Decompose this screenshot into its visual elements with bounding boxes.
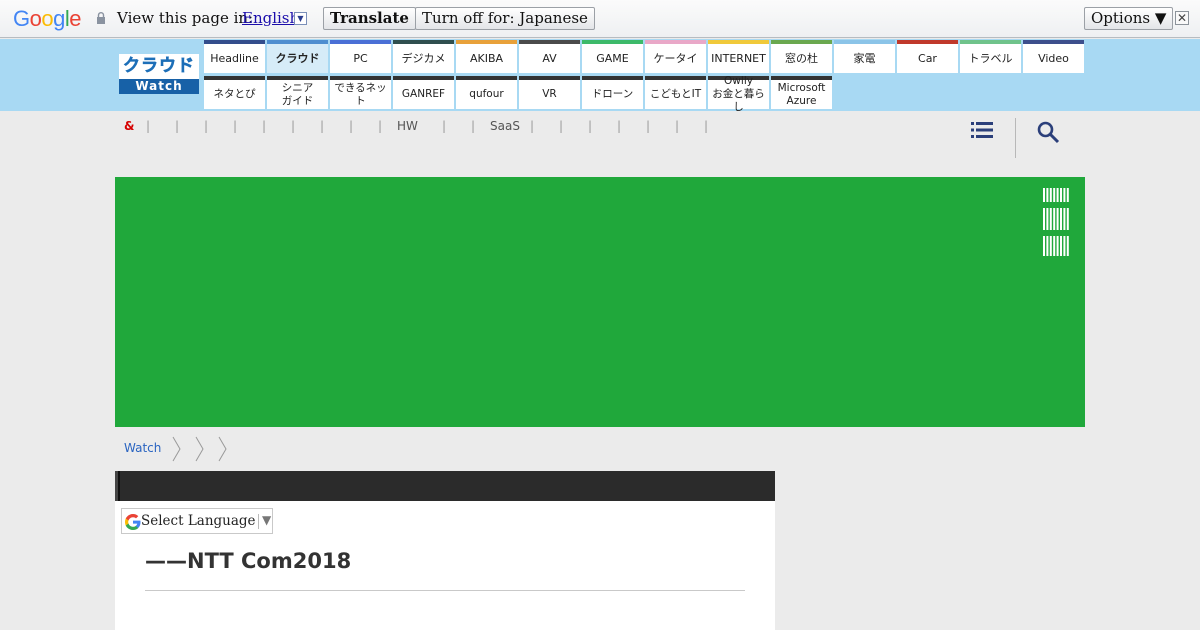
nav-subtab-9[interactable]: Owlly お金と暮らし bbox=[708, 75, 769, 113]
nav-tab-12[interactable]: Car bbox=[897, 40, 958, 73]
sub-nav-separator: | bbox=[320, 119, 325, 133]
sub-nav-saas[interactable]: SaaS bbox=[490, 119, 520, 133]
sub-nav-separator: | bbox=[378, 119, 383, 133]
sub-nav-separator: | bbox=[559, 119, 564, 133]
menu-icon[interactable] bbox=[971, 121, 993, 139]
translate-button[interactable]: Translate bbox=[323, 7, 416, 30]
language-dropdown-icon[interactable]: ▼ bbox=[294, 12, 307, 25]
sub-nav-separator: | bbox=[204, 119, 209, 133]
ad-banner[interactable] bbox=[115, 177, 1085, 427]
sub-nav-separator: | bbox=[588, 119, 593, 133]
language-select-label: Select Language bbox=[141, 513, 256, 529]
nav-subtab-2[interactable]: シニア ガイド bbox=[267, 76, 328, 109]
nav-tab-14[interactable]: Video bbox=[1023, 40, 1084, 73]
nav-subtab-3[interactable]: できるネット bbox=[330, 76, 391, 109]
nav-tab-11[interactable]: 家電 bbox=[834, 40, 895, 73]
nav-tab-7[interactable]: GAME bbox=[582, 40, 643, 73]
sub-nav-separator: | bbox=[471, 119, 476, 133]
article-header-bar bbox=[115, 471, 775, 501]
article: Select Language ▼ ——NTT Com2018 bbox=[115, 471, 775, 630]
sub-nav-separator: | bbox=[442, 119, 447, 133]
nav-subtab-10[interactable]: Microsoft Azure bbox=[771, 76, 832, 109]
nav-tab-6[interactable]: AV bbox=[519, 40, 580, 73]
sub-nav-separator: | bbox=[262, 119, 267, 133]
site-header: クラウド Watch Headline クラウド PC デジカメ AKIBA AV GAME… bbox=[0, 39, 1200, 113]
target-language-link[interactable]: English bbox=[242, 9, 299, 27]
nav-tab-2[interactable]: クラウド bbox=[267, 40, 328, 73]
nav-subtab-4[interactable]: GANREF bbox=[393, 76, 454, 109]
nav-subtab-5[interactable]: qufour bbox=[456, 76, 517, 109]
turn-off-translation-button[interactable]: Turn off for: Japanese bbox=[415, 7, 595, 30]
language-select[interactable]: Select Language ▼ bbox=[121, 508, 273, 534]
sub-nav-separator: | bbox=[349, 119, 354, 133]
nav-tab-13[interactable]: トラベル bbox=[960, 40, 1021, 73]
nav-subtab-1[interactable]: ネタとぴ bbox=[204, 76, 265, 109]
nav-subtab-7[interactable]: ドローン bbox=[582, 76, 643, 109]
google-g-icon bbox=[125, 514, 141, 530]
sub-nav-separator: | bbox=[617, 119, 622, 133]
site-logo[interactable]: クラウド Watch bbox=[119, 54, 199, 94]
sub-nav-separator: | bbox=[675, 119, 680, 133]
sub-nav-separator: | bbox=[175, 119, 180, 133]
logo-subtitle: Watch bbox=[119, 79, 199, 94]
nav-subtab-6[interactable]: VR bbox=[519, 76, 580, 109]
nav-tab-4[interactable]: デジカメ bbox=[393, 40, 454, 73]
chevron-down-icon: ▼ bbox=[262, 513, 272, 527]
article-bar-accent bbox=[115, 471, 120, 501]
nav-tab-9[interactable]: INTERNET bbox=[708, 40, 769, 73]
logo-title: クラウド bbox=[119, 54, 199, 79]
sub-nav-separator: | bbox=[530, 119, 535, 133]
nav-tab-8[interactable]: ケータイ bbox=[645, 40, 706, 73]
google-logo: Google bbox=[13, 6, 82, 31]
translate-bar: Google View this page in: English ▼ Tran… bbox=[0, 0, 1200, 38]
breadcrumb-home-link[interactable]: Watch bbox=[124, 441, 161, 455]
breadcrumb-separator-icon bbox=[172, 436, 181, 462]
ibm-logo bbox=[1043, 188, 1069, 256]
language-select-divider bbox=[258, 514, 259, 529]
lock-icon bbox=[97, 12, 105, 24]
sub-nav-separator: | bbox=[233, 119, 238, 133]
nav-subtab-8[interactable]: こどもとIT bbox=[645, 76, 706, 109]
sub-nav-separator: | bbox=[646, 119, 651, 133]
sub-nav-hw[interactable]: HW bbox=[397, 119, 418, 133]
sub-nav-amp[interactable]: & bbox=[124, 119, 134, 133]
sub-nav-separator: | bbox=[291, 119, 296, 133]
translate-prompt: View this page in: bbox=[117, 9, 254, 27]
search-icon[interactable] bbox=[1036, 120, 1060, 144]
article-title: ——NTT Com2018 bbox=[145, 549, 352, 573]
header-divider bbox=[1015, 118, 1016, 158]
nav-tab-10[interactable]: 窓の杜 bbox=[771, 40, 832, 73]
sub-nav-separator: | bbox=[704, 119, 709, 133]
sub-nav-separator: | bbox=[146, 119, 151, 133]
nav-tab-1[interactable]: Headline bbox=[204, 40, 265, 73]
breadcrumb-separator-icon bbox=[195, 436, 204, 462]
nav-tab-3[interactable]: PC bbox=[330, 40, 391, 73]
title-divider bbox=[145, 590, 745, 591]
nav-tab-5[interactable]: AKIBA bbox=[456, 40, 517, 73]
close-icon[interactable]: ✕ bbox=[1175, 11, 1189, 25]
options-button[interactable]: Options ▼ bbox=[1084, 7, 1174, 30]
breadcrumb-separator-icon bbox=[218, 436, 227, 462]
